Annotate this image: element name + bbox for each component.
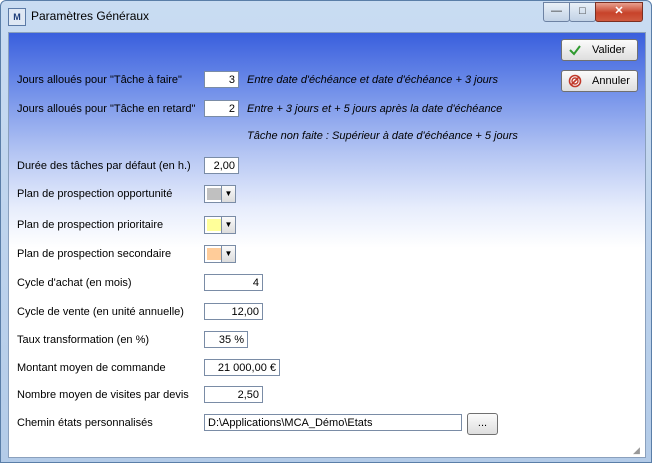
- chemin-label: Chemin états personnalisés: [17, 417, 153, 429]
- cycle-vente-label: Cycle de vente (en unité annuelle): [17, 306, 184, 318]
- title-bar[interactable]: M Paramètres Généraux — □ ✕: [1, 1, 651, 31]
- plan-sec-color-select[interactable]: ▼: [204, 245, 236, 263]
- taux-label: Taux transformation (en %): [17, 334, 150, 346]
- window-title: Paramètres Généraux: [31, 9, 150, 23]
- chemin-input[interactable]: D:\Applications\MCA_Démo\Etats: [204, 414, 462, 431]
- checkmark-icon: [569, 45, 581, 56]
- plan-prio-swatch: [207, 219, 221, 231]
- chevron-down-icon: ▼: [221, 217, 235, 233]
- duree-label: Durée des tâches par défaut (en h.): [17, 160, 191, 172]
- cycle-achat-label: Cycle d'achat (en mois): [17, 277, 132, 289]
- plan-sec-swatch: [207, 248, 221, 260]
- chevron-down-icon: ▼: [221, 246, 235, 262]
- ter-input[interactable]: 2: [204, 100, 239, 117]
- visites-label: Nombre moyen de visites par devis: [17, 389, 189, 401]
- taf-input[interactable]: 3: [204, 71, 239, 88]
- visites-input[interactable]: 2,50: [204, 386, 263, 403]
- non-faite-note: Tâche non faite : Supérieur à date d'éch…: [247, 130, 518, 142]
- close-button[interactable]: ✕: [595, 2, 643, 22]
- app-icon: M: [8, 8, 26, 26]
- plan-prio-color-select[interactable]: ▼: [204, 216, 236, 234]
- plan-prio-label: Plan de prospection prioritaire: [17, 219, 164, 231]
- ter-label: Jours alloués pour "Tâche en retard": [17, 103, 196, 115]
- ter-note: Entre + 3 jours et + 5 jours après la da…: [247, 103, 503, 115]
- montant-label: Montant moyen de commande: [17, 362, 166, 374]
- minimize-button[interactable]: —: [543, 2, 570, 22]
- plan-sec-label: Plan de prospection secondaire: [17, 248, 172, 260]
- montant-input[interactable]: 21 000,00 €: [204, 359, 280, 376]
- settings-window: M Paramètres Généraux — □ ✕ Valider Annu…: [0, 0, 652, 463]
- plan-opp-color-select[interactable]: ▼: [204, 185, 236, 203]
- plan-opp-label: Plan de prospection opportunité: [17, 188, 173, 200]
- cycle-vente-input[interactable]: 12,00: [204, 303, 263, 320]
- chevron-down-icon: ▼: [221, 186, 235, 202]
- valider-button[interactable]: Valider: [561, 39, 638, 61]
- taf-label: Jours alloués pour "Tâche à faire": [17, 74, 182, 86]
- valider-label: Valider: [592, 44, 626, 56]
- browse-button[interactable]: ...: [467, 413, 498, 435]
- plan-opp-swatch: [207, 188, 221, 200]
- taf-note: Entre date d'échéance et date d'échéance…: [247, 74, 498, 86]
- annuler-label: Annuler: [592, 75, 630, 87]
- annuler-button[interactable]: Annuler: [561, 70, 638, 92]
- resize-grip-icon[interactable]: ◢: [633, 445, 643, 455]
- maximize-button[interactable]: □: [569, 2, 596, 22]
- duree-input[interactable]: 2,00: [204, 157, 239, 174]
- settings-panel: Valider Annuler Jours alloués pour "Tâch…: [8, 32, 646, 458]
- cancel-icon: [568, 74, 582, 88]
- taux-input[interactable]: 35 %: [204, 331, 248, 348]
- cycle-achat-input[interactable]: 4: [204, 274, 263, 291]
